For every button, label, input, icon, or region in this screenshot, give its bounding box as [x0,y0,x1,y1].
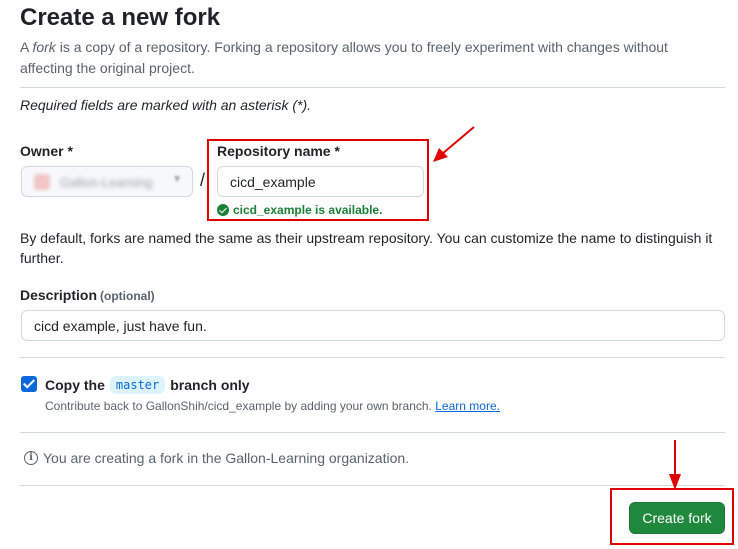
page-title: Create a new fork [20,4,221,31]
create-fork-button[interactable]: Create fork [629,502,725,534]
description-label: Description (optional) [20,287,155,305]
divider-middle [20,357,725,358]
owner-select[interactable]: Gallon-Learning ▼ [21,166,193,197]
copy-branch-help-text: Contribute back to GallonShih/cicd_examp… [45,399,432,413]
branch-name-code: master [109,376,166,394]
fork-name-hint: By default, forks are named the same as … [20,230,713,266]
owner-repo-separator: / [200,170,206,190]
page-description: A fork is a copy of a repository. Forkin… [20,37,700,79]
owner-avatar [34,174,50,190]
divider-lower [20,432,725,433]
desc-text-before: A [20,39,33,55]
divider-top [20,87,725,88]
copy-branch-checkbox[interactable] [21,376,37,392]
copy-branch-help: Contribute back to GallonShih/cicd_examp… [45,399,500,413]
divider-bottom [20,485,725,486]
copy-branch-label: Copy the master branch only [45,376,250,394]
learn-more-link[interactable]: Learn more. [435,399,500,413]
owner-label: Owner * [20,143,73,159]
annotation-highlight-box [207,139,429,221]
chevron-down-icon: ▼ [172,174,182,185]
required-fields-note: Required fields are marked with an aster… [20,97,312,113]
info-icon: i [24,451,38,465]
annotation-down-arrow-icon [669,440,681,490]
fork-info-message: i You are creating a fork in the Gallon-… [24,450,409,466]
owner-name: Gallon-Learning [60,175,153,190]
description-input[interactable] [21,310,725,341]
copy-label-before: Copy the [45,377,105,393]
optional-tag: (optional) [100,289,155,303]
desc-fork-emphasis: fork [32,39,56,55]
description-label-text: Description [20,287,98,303]
fork-info-text: You are creating a fork in the Gallon-Le… [43,450,410,466]
annotation-arrow-icon [433,126,475,162]
desc-text-after: is a copy of a repository. Forking a rep… [20,39,668,76]
copy-label-after: branch only [170,377,250,393]
